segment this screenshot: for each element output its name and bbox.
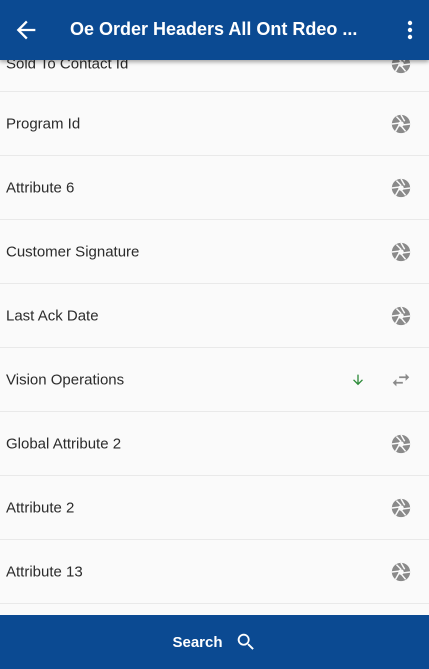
list-item[interactable]: Global Attribute 2 — [0, 412, 429, 476]
aperture-icon[interactable] — [390, 433, 412, 455]
list-item[interactable]: Attribute 6 — [0, 156, 429, 220]
list-item[interactable]: Attribute 2 — [0, 476, 429, 540]
list-item-label: Vision Operations — [6, 371, 125, 388]
aperture-icon[interactable] — [390, 561, 412, 583]
aperture-icon[interactable] — [390, 113, 412, 135]
list-item-label: Attribute 6 — [6, 179, 75, 196]
list-item-label: Attribute 2 — [6, 499, 75, 516]
list-item[interactable]: Last Ack Date — [0, 284, 429, 348]
swap-horiz-icon[interactable] — [390, 369, 412, 391]
field-list: Sold To Contact Id Program Id Attribute … — [0, 28, 429, 604]
list-item-label: Customer Signature — [6, 243, 140, 260]
list-item[interactable]: Program Id — [0, 92, 429, 156]
aperture-icon[interactable] — [390, 305, 412, 327]
page-title: Oe Order Headers All Ont Rdeo ... — [70, 19, 358, 39]
list-item-label: Attribute 13 — [6, 563, 83, 580]
search-button-label: Search — [172, 633, 223, 651]
more-vert-icon[interactable] — [398, 16, 422, 44]
search-button[interactable]: Search — [0, 615, 429, 669]
list-item-label: Last Ack Date — [6, 307, 99, 324]
list-item[interactable]: Customer Signature — [0, 220, 429, 284]
list-item[interactable]: Attribute 13 — [0, 540, 429, 604]
list-item-label: Global Attribute 2 — [6, 435, 122, 452]
app-bar: Oe Order Headers All Ont Rdeo ... — [0, 0, 429, 60]
list-item[interactable]: Vision Operations — [0, 348, 429, 412]
search-icon — [237, 633, 254, 650]
list-item-label: Program Id — [6, 115, 81, 132]
aperture-icon[interactable] — [390, 177, 412, 199]
aperture-icon[interactable] — [390, 497, 412, 519]
arrow-left-icon[interactable] — [12, 16, 40, 44]
arrow-down-icon[interactable] — [350, 372, 366, 388]
aperture-icon[interactable] — [390, 241, 412, 263]
